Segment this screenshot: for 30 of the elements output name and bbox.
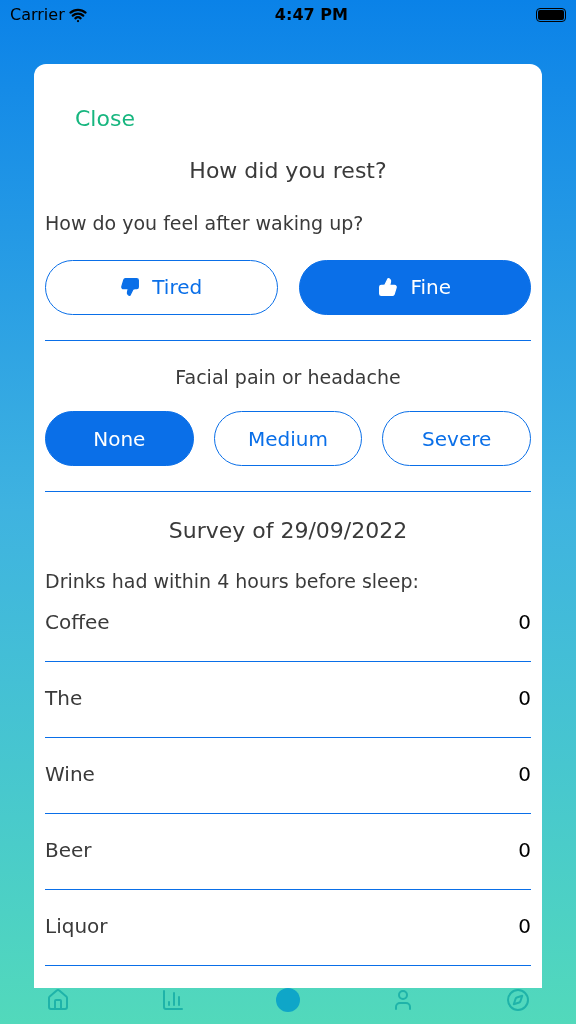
- survey-date-title: Survey of 29/09/2022: [168, 517, 408, 545]
- thumbs-down-icon: [120, 277, 141, 297]
- bar-chart-icon[interactable]: [160, 988, 185, 1012]
- drink-count: 0: [518, 836, 531, 864]
- wake-question: How do you feel after waking up?: [45, 212, 364, 234]
- drink-name: Liquor: [45, 912, 108, 940]
- drink-count: 0: [518, 684, 531, 712]
- drink-count: 0: [518, 760, 531, 788]
- wifi-icon: [68, 6, 87, 24]
- survey-heading: How did you rest?: [189, 157, 387, 185]
- drinks-label: Drinks had within 4 hours before sleep:: [45, 570, 419, 592]
- drink-name: The: [45, 684, 83, 712]
- home-icon[interactable]: [45, 988, 70, 1012]
- status-time: 4:47 PM: [274, 4, 348, 26]
- carrier-label: Carrier: [10, 4, 65, 26]
- pain-option[interactable]: Medium: [213, 411, 363, 466]
- drink-name: Coffee: [45, 608, 110, 636]
- compass-icon[interactable]: [506, 988, 531, 1012]
- drink-count: 0: [518, 912, 531, 940]
- close-button[interactable]: Close: [75, 102, 135, 135]
- thumbs-up-icon: [378, 277, 399, 297]
- pain-question: Facial pain or headache: [175, 364, 401, 390]
- pain-option[interactable]: None: [45, 411, 194, 466]
- battery-icon: [536, 8, 566, 22]
- drink-count: 0: [518, 608, 531, 636]
- drink-name: Beer: [45, 836, 92, 864]
- pain-option[interactable]: Severe: [382, 411, 531, 466]
- feeling-option[interactable]: Tired: [45, 259, 278, 315]
- drink-name: Wine: [45, 760, 95, 788]
- feeling-option[interactable]: Fine: [298, 259, 531, 315]
